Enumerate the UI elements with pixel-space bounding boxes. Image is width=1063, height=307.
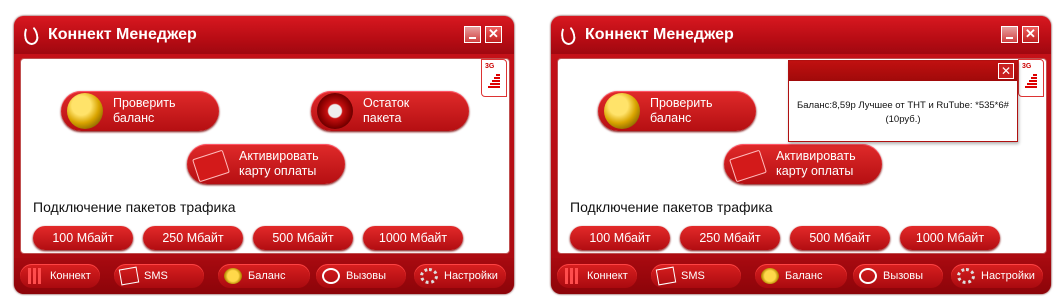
signal-strength-indicator[interactable]: 3G [481, 59, 507, 97]
signal-strength-indicator[interactable]: 3G [1018, 59, 1044, 97]
nav-settings[interactable]: Настройки [414, 264, 506, 288]
package-100-button[interactable]: 100 Мбайт [33, 226, 133, 250]
nav-balance[interactable]: Баланс [218, 264, 310, 288]
activate-card-label: Активировать карту оплаты [239, 149, 319, 178]
nav-calls[interactable]: Вызовы [853, 264, 943, 288]
close-button[interactable]: ✕ [1022, 26, 1039, 43]
gear-icon [420, 268, 438, 284]
nav-sms[interactable]: SMS [651, 264, 741, 288]
coins-icon [604, 93, 640, 129]
signal-bars-icon [488, 74, 500, 89]
package-500-button[interactable]: 500 Мбайт [790, 226, 890, 250]
package-250-button[interactable]: 250 Мбайт [680, 226, 780, 250]
title-bar: Коннект Менеджер ✕ [14, 16, 514, 54]
activate-card-button[interactable]: Активировать карту оплаты [724, 144, 882, 184]
connect-manager-window: Коннект Менеджер ✕ 3G Проверить баланс О… [14, 16, 514, 294]
network-type-label: 3G [485, 63, 495, 70]
nav-settings[interactable]: Настройки [951, 264, 1043, 288]
window-title: Коннект Менеджер [585, 26, 734, 43]
packages-title: Подключение пакетов трафика [570, 199, 773, 215]
payment-card-icon [730, 146, 766, 182]
signal-bars-nav-icon [563, 268, 581, 284]
nav-connect-label: Коннект [587, 270, 628, 282]
package-1000-button[interactable]: 1000 Мбайт [363, 226, 463, 250]
payment-card-icon [193, 146, 229, 182]
packages-title: Подключение пакетов трафика [33, 199, 236, 215]
remaining-package-label: Остаток пакета [363, 96, 410, 125]
nav-balance[interactable]: Баланс [755, 264, 847, 288]
minimize-button[interactable] [1001, 26, 1018, 43]
coins-icon [67, 93, 103, 129]
package-250-button[interactable]: 250 Мбайт [143, 226, 243, 250]
signal-bars-icon [1025, 74, 1037, 89]
check-balance-label: Проверить баланс [650, 96, 713, 125]
package-100-button[interactable]: 100 Мбайт [570, 226, 670, 250]
nav-calls[interactable]: Вызовы [316, 264, 406, 288]
network-type-label: 3G [1022, 63, 1032, 70]
check-balance-button[interactable]: Проверить баланс [61, 91, 219, 131]
close-button[interactable]: ✕ [485, 26, 502, 43]
remaining-package-button[interactable]: Остаток пакета [311, 91, 469, 131]
popup-message: Баланс:8,59р Лучшее от ТНТ и RuTube: *53… [797, 100, 1009, 125]
mts-logo-icon [559, 23, 577, 47]
package-1000-button[interactable]: 1000 Мбайт [900, 226, 1000, 250]
nav-connect[interactable]: Коннект [20, 264, 100, 288]
gear-icon [957, 268, 975, 284]
activate-card-button[interactable]: Активировать карту оплаты [187, 144, 345, 184]
activate-card-label: Активировать карту оплаты [776, 149, 856, 178]
main-panel: 3G Проверить баланс Остаток пакета Актив… [20, 58, 510, 254]
nav-connect[interactable]: Коннект [557, 264, 637, 288]
nav-settings-label: Настройки [444, 270, 498, 282]
nav-balance-label: Баланс [248, 270, 286, 282]
nav-sms-label: SMS [144, 270, 168, 282]
mts-logo-icon [22, 23, 40, 47]
nav-settings-label: Настройки [981, 270, 1035, 282]
nav-calls-label: Вызовы [883, 270, 924, 282]
check-balance-label: Проверить баланс [113, 96, 176, 125]
popup-header: ✕ [789, 61, 1017, 81]
phone-icon [322, 268, 340, 284]
balance-notification-popup: ✕ Баланс:8,59р Лучшее от ТНТ и RuTube: *… [788, 60, 1018, 142]
nav-balance-label: Баланс [785, 270, 823, 282]
bottom-nav-bar: Коннект SMS Баланс Вызовы Настройки [551, 258, 1051, 294]
popup-close-button[interactable]: ✕ [998, 63, 1014, 79]
connect-manager-window: Коннект Менеджер ✕ 3G Проверить баланс А… [551, 16, 1051, 294]
envelope-icon [655, 266, 677, 286]
nav-sms-label: SMS [681, 270, 705, 282]
check-balance-button[interactable]: Проверить баланс [598, 91, 756, 131]
envelope-icon [118, 266, 140, 286]
phone-icon [859, 268, 877, 284]
title-bar: Коннект Менеджер ✕ [551, 16, 1051, 54]
coins-nav-icon [224, 268, 242, 284]
signal-bars-nav-icon [26, 268, 44, 284]
bottom-nav-bar: Коннект SMS Баланс Вызовы Настройки [14, 258, 514, 294]
minimize-button[interactable] [464, 26, 481, 43]
nav-calls-label: Вызовы [346, 270, 387, 282]
package-500-button[interactable]: 500 Мбайт [253, 226, 353, 250]
window-title: Коннект Менеджер [48, 26, 197, 43]
speedometer-icon [317, 93, 353, 129]
nav-connect-label: Коннект [50, 270, 91, 282]
coins-nav-icon [761, 268, 779, 284]
nav-sms[interactable]: SMS [114, 264, 204, 288]
